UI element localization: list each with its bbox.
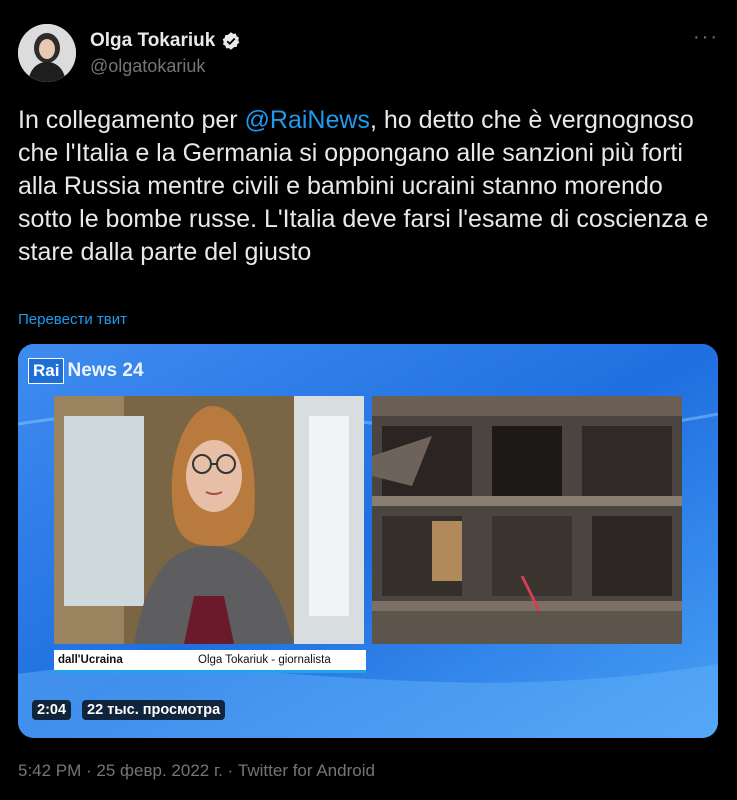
video-views-badge: 22 тыс. просмотра <box>82 700 226 720</box>
lower-third-name: Olga Tokariuk - giornalista <box>198 654 331 666</box>
author-name-row[interactable]: Olga Tokariuk <box>90 30 241 52</box>
video-duration-badge: 2:04 <box>32 700 72 720</box>
translate-tweet-link[interactable]: Перевести твит <box>18 311 127 328</box>
mention-link[interactable]: @RaiNews <box>245 106 370 134</box>
rai-logo-box: Rai <box>28 358 65 384</box>
more-horizontal-icon[interactable]: ··· <box>693 26 719 49</box>
lower-third-place: dall'Ucraina <box>58 654 123 666</box>
avatar[interactable] <box>18 24 76 82</box>
verified-badge-icon <box>222 32 240 50</box>
tweet-text: In collegamento per @RaiNews, ho detto c… <box>18 104 718 269</box>
tweet-text-before: In collegamento per <box>18 106 245 134</box>
video-player[interactable]: Rai News 24 dall'Ucraina Olga Tokariuk -… <box>18 344 718 738</box>
video-left-frame <box>54 396 364 644</box>
rainews-logo: Rai News 24 <box>28 358 144 384</box>
lower-third-caption: dall'Ucraina Olga Tokariuk - giornalista <box>54 650 366 673</box>
author-handle[interactable]: @olgatokariuk <box>90 56 205 77</box>
video-right-frame <box>372 396 682 644</box>
lower-third-stripe <box>54 670 366 673</box>
author-name[interactable]: Olga Tokariuk <box>90 30 215 52</box>
tweet-timestamp-source[interactable]: 5:42 PM · 25 февр. 2022 г. · Twitter for… <box>18 761 375 781</box>
rai-logo-text: News 24 <box>67 360 144 381</box>
